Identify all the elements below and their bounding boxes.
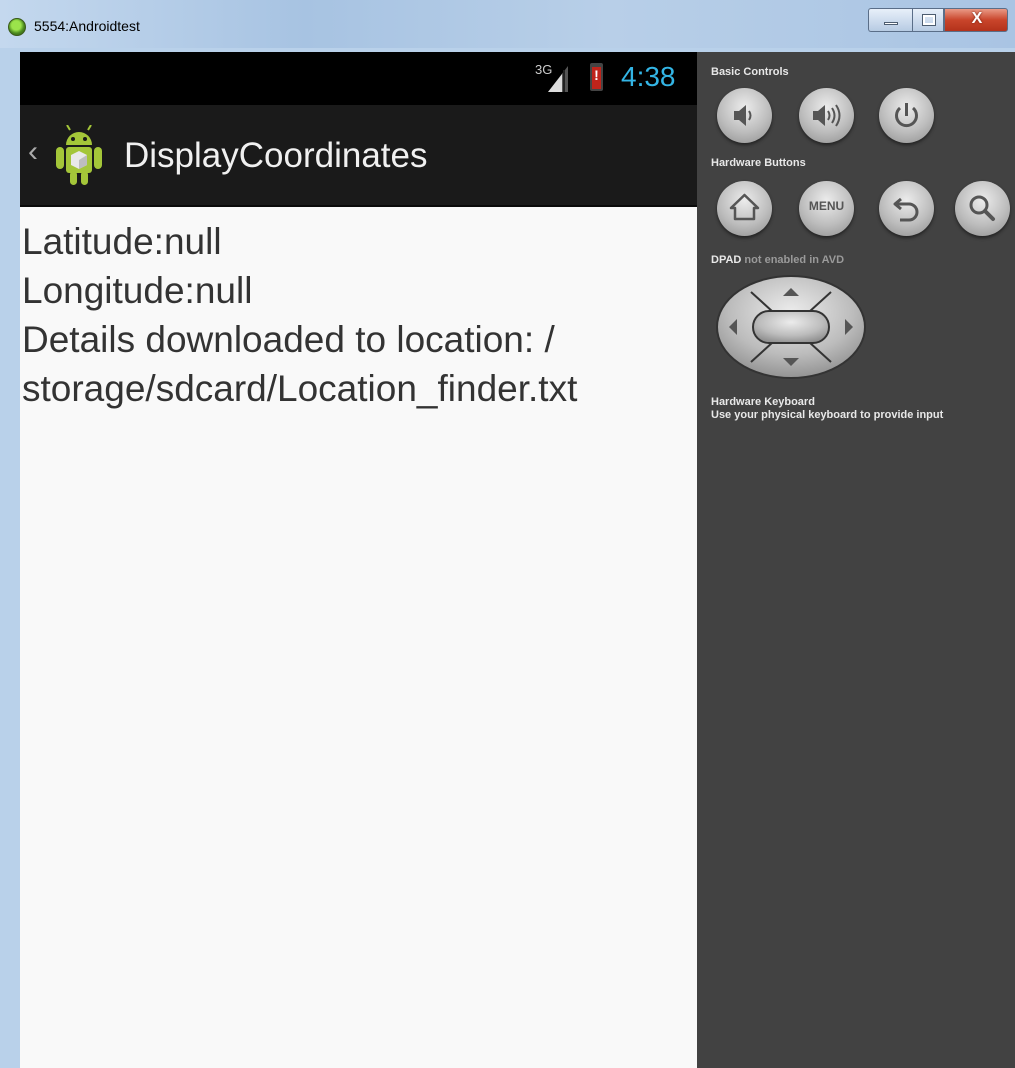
hardware-buttons-label: Hardware Buttons xyxy=(711,157,806,169)
status-clock: 4:38 xyxy=(621,61,676,92)
battery-icon: ! xyxy=(590,63,603,91)
volume-up-icon xyxy=(813,104,841,127)
back-button[interactable] xyxy=(879,181,934,236)
device-screen[interactable]: 3G ! 4:38 ‹ DisplayCoordinates Latitude:… xyxy=(20,52,697,1068)
file-path-text: storage/sdcard/Location_finder.txt xyxy=(22,368,578,409)
window-title: 5554:Androidtest xyxy=(34,18,140,34)
dpad-label: DPAD not enabled in AVD xyxy=(711,254,844,266)
android-emulator-icon xyxy=(8,18,26,36)
hardware-keyboard-title: Hardware Keyboard xyxy=(711,396,815,408)
home-icon xyxy=(729,193,760,221)
close-icon: X xyxy=(971,10,983,27)
android-app-icon[interactable] xyxy=(56,125,102,187)
main-content: Latitude:null Longitude:null Details dow… xyxy=(20,217,697,413)
search-button[interactable] xyxy=(955,181,1010,236)
menu-button[interactable]: MENU xyxy=(799,181,854,236)
close-button[interactable]: X xyxy=(944,8,1008,32)
minimize-button[interactable] xyxy=(868,8,912,32)
volume-down-button[interactable] xyxy=(717,88,772,143)
hardware-keyboard-hint: Use your physical keyboard to provide in… xyxy=(711,409,944,421)
dpad-control xyxy=(716,275,866,379)
dpad-label-note: not enabled in AVD xyxy=(744,254,845,266)
home-button[interactable] xyxy=(717,181,772,236)
menu-button-label: MENU xyxy=(808,199,845,213)
basic-controls-label: Basic Controls xyxy=(711,66,789,78)
longitude-text: Longitude:null xyxy=(22,270,253,311)
volume-up-button[interactable] xyxy=(799,88,854,143)
minimize-icon xyxy=(884,22,898,25)
app-title: DisplayCoordinates xyxy=(124,136,428,175)
back-icon xyxy=(893,197,919,222)
volume-down-icon xyxy=(734,105,752,126)
emulator-controls-panel: Basic Controls Hardware Buttons MENU DPA… xyxy=(697,52,1015,1068)
emulator-window: 5554:Androidtest X 3G ! 4:38 ‹ DisplayCo… xyxy=(0,0,1015,1068)
signal-icon xyxy=(548,66,568,92)
up-navigation-icon[interactable]: ‹ xyxy=(28,135,38,169)
power-button[interactable] xyxy=(879,88,934,143)
latitude-text: Latitude:null xyxy=(22,221,222,262)
dpad-label-strong: DPAD xyxy=(711,254,742,266)
power-icon xyxy=(895,103,918,128)
action-bar: ‹ DisplayCoordinates xyxy=(20,105,697,207)
search-icon xyxy=(969,195,995,221)
maximize-button[interactable] xyxy=(912,8,944,32)
details-text: Details downloaded to location: / xyxy=(22,319,555,360)
status-bar: 3G ! 4:38 xyxy=(20,52,697,105)
title-bar[interactable]: 5554:Androidtest X xyxy=(0,0,1015,48)
maximize-icon xyxy=(922,14,936,26)
